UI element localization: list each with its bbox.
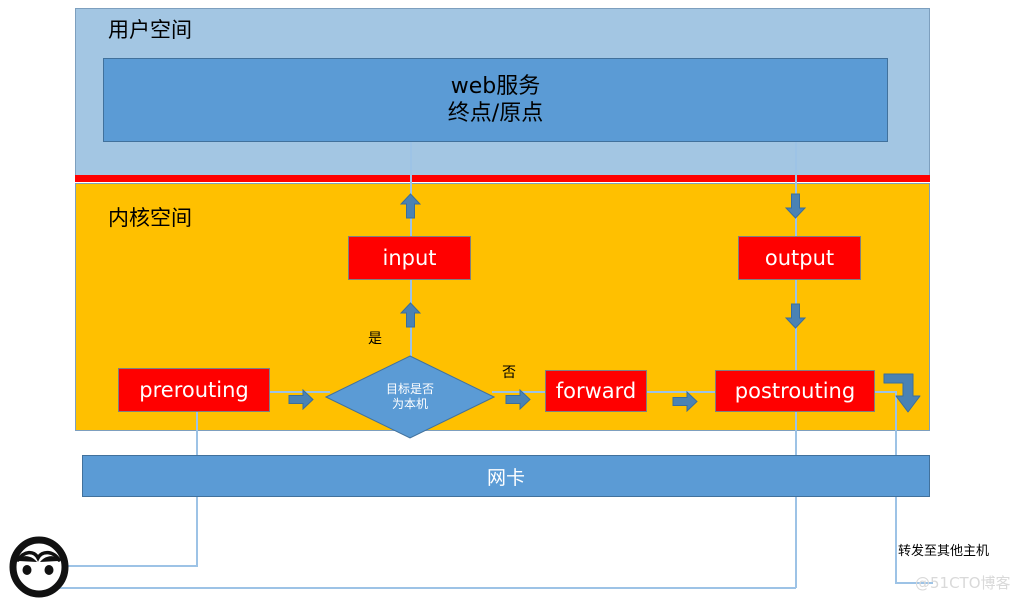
- network-card-box[interactable]: 网卡: [82, 455, 930, 497]
- web-service-line1: web服务: [450, 73, 541, 99]
- connector-client-return-path: [50, 587, 796, 589]
- connector-nic-to-client-in: [196, 496, 198, 566]
- decision-branch-no-label: 否: [502, 365, 516, 381]
- chain-label-forward: forward: [555, 379, 637, 403]
- connector-webservice-to-output: [795, 142, 797, 237]
- watermark-text: @51CTO博客: [915, 574, 1011, 592]
- chain-box-prerouting[interactable]: prerouting: [118, 368, 270, 412]
- diagram-canvas: 用户空间 内核空间 web服务 终点/原点 input output prero…: [0, 0, 1030, 604]
- web-service-line2: 终点/原点: [447, 101, 544, 126]
- arrow-down-to-output-icon: [785, 193, 806, 219]
- connector-webservice-to-input: [410, 142, 412, 237]
- chain-box-output[interactable]: output: [738, 236, 861, 280]
- connector-nic-to-client-out: [795, 496, 797, 588]
- arrow-down-output-to-postrouting-icon: [785, 303, 806, 329]
- user-space-label: 用户空间: [108, 18, 192, 42]
- web-service-box[interactable]: web服务 终点/原点: [103, 58, 888, 142]
- chain-box-input[interactable]: input: [348, 236, 471, 280]
- chain-label-postrouting: postrouting: [734, 379, 856, 403]
- decision-diamond[interactable]: 目标是否 为本机: [325, 355, 495, 439]
- chain-box-postrouting[interactable]: postrouting: [715, 370, 875, 412]
- kernel-space-label: 内核空间: [108, 206, 192, 230]
- arrow-up-decision-to-input-icon: [400, 302, 421, 328]
- connector-client-to-nic-in: [68, 565, 198, 567]
- arrow-up-to-input-icon: [400, 193, 421, 219]
- connector-prerouting-to-nic: [196, 412, 198, 457]
- chain-label-output: output: [764, 246, 835, 270]
- arrow-right-decision-to-forward-icon: [505, 389, 531, 410]
- arrow-elbow-postrouting-out-icon: [883, 368, 927, 414]
- arrow-right-forward-to-postrouting-icon: [672, 391, 698, 412]
- chain-box-forward[interactable]: forward: [545, 370, 647, 412]
- client-host-face-icon: [8, 534, 70, 598]
- chain-label-prerouting: prerouting: [139, 378, 249, 402]
- connector-postrouting-to-nic: [795, 412, 797, 457]
- arrow-right-prerouting-icon: [288, 389, 314, 410]
- decision-branch-yes-label: 是: [368, 331, 382, 347]
- network-card-label: 网卡: [486, 466, 525, 489]
- chain-label-input: input: [382, 246, 437, 270]
- forward-to-other-host-label: 转发至其他主机: [898, 544, 990, 559]
- userspace-kernelspace-divider: [75, 175, 930, 182]
